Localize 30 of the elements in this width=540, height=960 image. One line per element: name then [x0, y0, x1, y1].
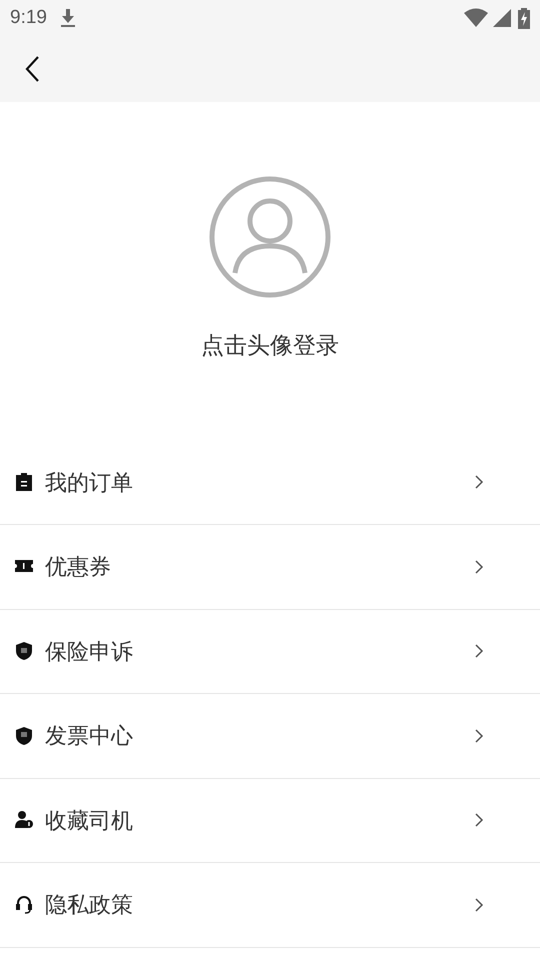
wifi-icon — [464, 8, 488, 28]
menu-item[interactable]: 发票中心 — [0, 694, 540, 778]
signal-icon — [492, 8, 512, 28]
login-prompt[interactable]: 点击头像登录 — [201, 328, 339, 362]
chevron-right-icon — [475, 812, 484, 828]
download-icon — [60, 8, 76, 28]
status-time: 9:19 — [10, 6, 47, 30]
chevron-right-icon — [475, 643, 484, 660]
menu-label: 保险申诉 — [45, 638, 133, 666]
menu-label: 我的订单 — [45, 468, 133, 497]
headset-icon — [14, 894, 34, 915]
chevron-right-icon — [475, 558, 484, 575]
menu-item[interactable]: 收藏司机 — [0, 778, 540, 863]
chevron-right-icon — [475, 896, 484, 913]
menu-label: 优惠券 — [45, 553, 111, 582]
back-icon[interactable] — [24, 55, 40, 83]
chevron-right-icon — [475, 474, 484, 490]
chevron-right-icon — [475, 728, 484, 744]
menu-item[interactable]: 优惠券 — [0, 525, 540, 610]
menu-item[interactable]: 我的订单 — [0, 440, 540, 525]
shield-icon — [14, 726, 34, 746]
person-icon — [14, 810, 34, 830]
shield-icon — [14, 641, 34, 662]
battery-icon — [518, 8, 530, 28]
menu-label: 隐私政策 — [45, 891, 133, 920]
menu-item[interactable]: 隐私政策 — [0, 863, 540, 948]
menu-label: 发票中心 — [45, 722, 133, 750]
clipboard-icon — [14, 472, 34, 492]
menu-item[interactable]: 保险申诉 — [0, 610, 540, 694]
menu-label: 收藏司机 — [45, 806, 133, 835]
